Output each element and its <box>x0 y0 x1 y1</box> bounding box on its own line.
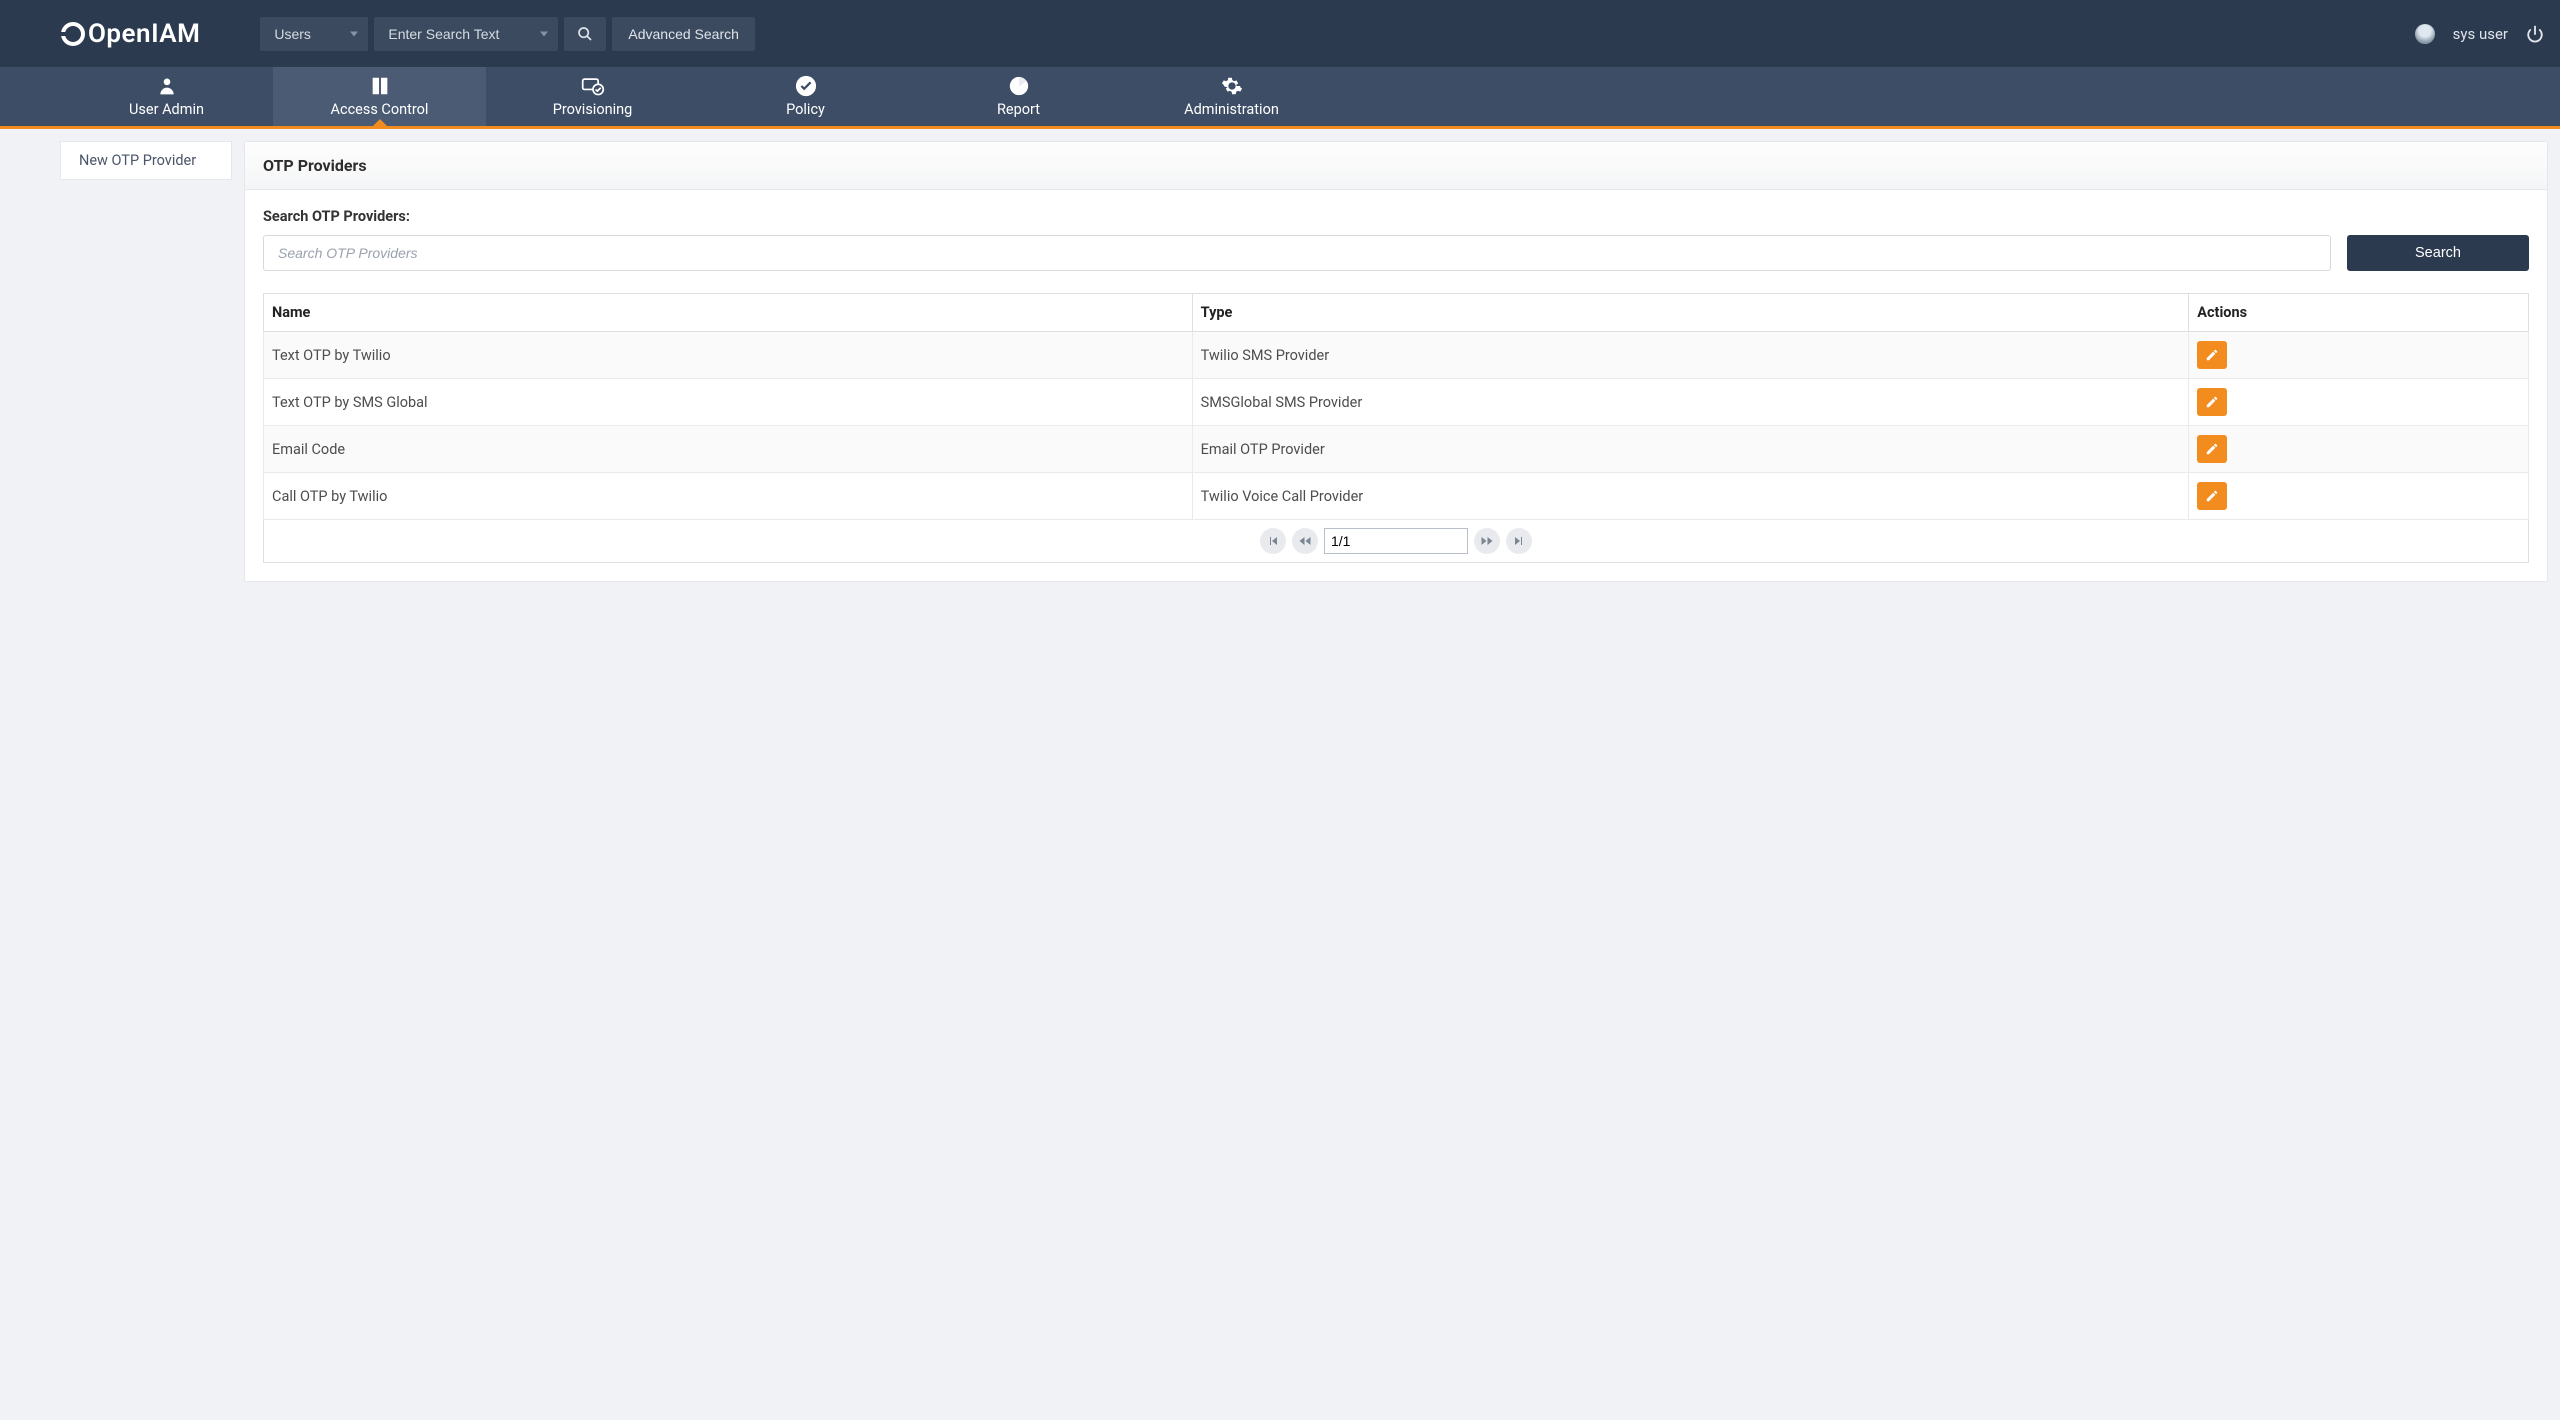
search-category-label: Users <box>274 26 311 42</box>
pencil-icon <box>2205 442 2219 456</box>
search-submit-button[interactable] <box>564 17 606 51</box>
cell-name[interactable]: Call OTP by Twilio <box>264 473 1193 520</box>
nav-access-control[interactable]: Access Control <box>273 67 486 126</box>
table-row: Call OTP by TwilioTwilio Voice Call Prov… <box>264 473 2529 520</box>
column-header-name[interactable]: Name <box>264 294 1193 332</box>
pencil-icon <box>2205 348 2219 362</box>
main-nav: User Admin Access Control Provisioning P… <box>0 67 2560 129</box>
cell-actions <box>2189 426 2529 473</box>
sidebar-item-label: New OTP Provider <box>79 152 196 169</box>
table-row: Text OTP by SMS GlobalSMSGlobal SMS Prov… <box>264 379 2529 426</box>
check-circle-icon <box>795 75 817 97</box>
nav-report[interactable]: Report <box>912 67 1125 126</box>
otp-providers-table: Name Type Actions Text OTP by TwilioTwil… <box>263 293 2529 520</box>
pagination <box>263 520 2529 563</box>
power-icon <box>2526 25 2544 43</box>
page-body: New OTP Provider OTP Providers Search OT… <box>0 129 2560 602</box>
advanced-search-button[interactable]: Advanced Search <box>612 17 755 51</box>
topbar-right: sys user <box>2415 24 2544 44</box>
search-text-placeholder: Enter Search Text <box>388 26 499 42</box>
main-content: OTP Providers Search OTP Providers: Sear… <box>244 141 2548 582</box>
fast-forward-icon <box>1480 535 1494 547</box>
nav-label: Policy <box>786 101 825 118</box>
edit-button[interactable] <box>2197 435 2227 463</box>
search-icon <box>577 26 593 42</box>
book-icon <box>369 75 391 97</box>
cell-type: Email OTP Provider <box>1192 426 2189 473</box>
pencil-icon <box>2205 489 2219 503</box>
search-label: Search OTP Providers: <box>263 208 2529 225</box>
chevron-down-icon <box>540 31 548 36</box>
nav-label: User Admin <box>129 101 204 118</box>
page-title: OTP Providers <box>245 142 2547 190</box>
cell-name[interactable]: Email Code <box>264 426 1193 473</box>
cell-name[interactable]: Text OTP by SMS Global <box>264 379 1193 426</box>
sidebar-item-new-otp-provider[interactable]: New OTP Provider <box>60 141 232 180</box>
edit-button[interactable] <box>2197 482 2227 510</box>
brand-text: OpenIAM <box>88 19 200 49</box>
nav-provisioning[interactable]: Provisioning <box>486 67 699 126</box>
provisioning-icon <box>581 75 605 97</box>
edit-button[interactable] <box>2197 341 2227 369</box>
pagination-prev-button[interactable] <box>1292 528 1318 554</box>
pagination-first-button[interactable] <box>1260 528 1286 554</box>
table-row: Text OTP by TwilioTwilio SMS Provider <box>264 332 2529 379</box>
search-category-dropdown[interactable]: Users <box>260 17 368 51</box>
pagination-page-input[interactable] <box>1324 528 1468 554</box>
content-body: Search OTP Providers: Search Name Type A… <box>245 190 2547 581</box>
nav-policy[interactable]: Policy <box>699 67 912 126</box>
sidebar: New OTP Provider <box>0 141 232 180</box>
nav-label: Administration <box>1184 101 1279 118</box>
column-header-type[interactable]: Type <box>1192 294 2189 332</box>
chevron-down-icon <box>350 31 358 36</box>
cell-actions <box>2189 332 2529 379</box>
nav-user-admin[interactable]: User Admin <box>60 67 273 126</box>
user-icon <box>157 75 177 97</box>
search-row: Search <box>263 235 2529 271</box>
topbar: OpenIAM Users Enter Search Text Advanced… <box>0 0 2560 67</box>
table-row: Email CodeEmail OTP Provider <box>264 426 2529 473</box>
rewind-icon <box>1298 535 1312 547</box>
gear-icon <box>1221 75 1243 97</box>
cell-type: SMSGlobal SMS Provider <box>1192 379 2189 426</box>
logo-icon <box>60 21 86 47</box>
cell-type: Twilio Voice Call Provider <box>1192 473 2189 520</box>
pie-chart-icon <box>1008 75 1030 97</box>
skip-forward-icon <box>1513 535 1525 547</box>
nav-administration[interactable]: Administration <box>1125 67 1338 126</box>
cell-actions <box>2189 473 2529 520</box>
search-input[interactable] <box>263 235 2331 271</box>
cell-actions <box>2189 379 2529 426</box>
cell-name[interactable]: Text OTP by Twilio <box>264 332 1193 379</box>
cell-type: Twilio SMS Provider <box>1192 332 2189 379</box>
pagination-last-button[interactable] <box>1506 528 1532 554</box>
nav-label: Provisioning <box>553 101 633 118</box>
username-label[interactable]: sys user <box>2453 25 2508 43</box>
nav-label: Access Control <box>331 101 429 118</box>
pencil-icon <box>2205 395 2219 409</box>
brand-logo[interactable]: OpenIAM <box>60 19 200 49</box>
column-header-actions: Actions <box>2189 294 2529 332</box>
edit-button[interactable] <box>2197 388 2227 416</box>
avatar[interactable] <box>2415 24 2435 44</box>
global-search: Users Enter Search Text Advanced Search <box>260 17 755 51</box>
logout-button[interactable] <box>2526 25 2544 43</box>
pagination-next-button[interactable] <box>1474 528 1500 554</box>
search-text-dropdown[interactable]: Enter Search Text <box>374 17 558 51</box>
skip-back-icon <box>1267 535 1279 547</box>
nav-label: Report <box>997 101 1040 118</box>
search-button[interactable]: Search <box>2347 235 2529 271</box>
